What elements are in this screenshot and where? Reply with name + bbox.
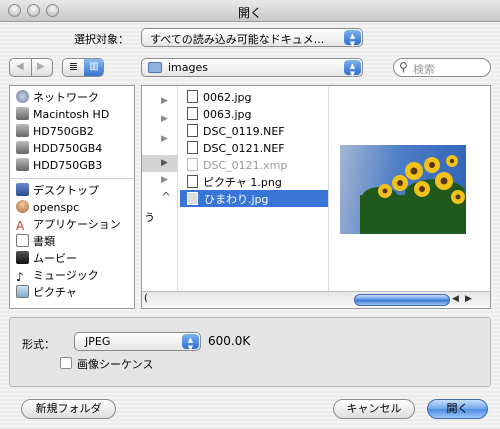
sidebar: ネットワーク Macintosh HD HD750GB2 HDD750GB4 H…	[9, 85, 135, 309]
sidebar-item-music[interactable]: ♪ ミュージック	[16, 267, 99, 284]
file-item[interactable]: 0062.jpg	[187, 89, 252, 106]
scrollbar-thumb[interactable]	[354, 294, 450, 306]
sidebar-item-documents[interactable]: 書類	[16, 233, 55, 250]
file-size: 600.0K	[208, 334, 251, 348]
window-title: 開く	[237, 6, 262, 20]
horizontal-scrollbar[interactable]: ( ◀ ▶	[142, 291, 490, 308]
location-popup[interactable]: images ▲ ▼	[141, 58, 363, 78]
file-item[interactable]: DSC_0121.NEF	[187, 140, 285, 157]
disclosure-arrow-icon: ▶	[161, 114, 168, 124]
history-buttons: ◀ ▶	[9, 58, 53, 77]
scroll-right-arrow-icon[interactable]: ▶	[465, 294, 472, 304]
disclosure-arrow-icon: ▶	[161, 134, 168, 144]
search-placeholder: 検索	[413, 63, 435, 76]
filter-label: 選択対象：	[74, 33, 129, 46]
file-icon	[187, 107, 198, 120]
filter-popup-value: すべての読み込み可能なドキュメ...	[150, 33, 325, 46]
image-sequence-checkbox[interactable]	[60, 357, 72, 369]
popup-arrows-icon: ▲ ▼	[344, 60, 361, 78]
sidebar-item-applications[interactable]: A アプリケーション	[16, 216, 121, 233]
sidebar-divider	[10, 178, 134, 179]
applications-icon: A	[16, 219, 25, 233]
preview-column	[330, 86, 490, 291]
open-button[interactable]: 開く	[427, 399, 488, 419]
music-icon: ♪	[16, 270, 24, 284]
location-popup-value: images	[168, 61, 208, 74]
view-mode-buttons: ≣ ▥	[62, 58, 104, 77]
sidebar-item-macintosh-hd[interactable]: Macintosh HD	[16, 106, 109, 123]
sidebar-item-desktop[interactable]: デスクトップ	[16, 182, 99, 199]
scroll-left-arrow-icon[interactable]: ◀	[452, 294, 459, 304]
search-icon: ⚲	[399, 60, 408, 74]
disclosure-arrow-icon: ▶	[161, 158, 168, 168]
search-field[interactable]: ⚲ 検索	[393, 58, 491, 77]
file-item[interactable]: 0063.jpg	[187, 106, 252, 123]
hard-drive-icon	[16, 124, 29, 137]
column-files: 0062.jpg 0063.jpg DSC_0119.NEF DSC_0121.…	[179, 86, 329, 291]
file-item-selected[interactable]: ひまわり.jpg	[180, 190, 328, 207]
format-popup-value: JPEG	[85, 335, 111, 348]
hard-drive-icon	[16, 158, 29, 171]
sidebar-item-movies[interactable]: ムービー	[16, 250, 77, 267]
scroll-up-arrow-icon[interactable]: ^	[161, 190, 171, 204]
file-icon	[187, 192, 198, 205]
sidebar-item-hdd750gb3[interactable]: HDD750GB3	[16, 157, 102, 174]
folder-icon	[148, 62, 162, 73]
hard-drive-icon	[16, 141, 29, 154]
file-icon	[187, 124, 198, 137]
home-icon	[16, 200, 29, 213]
title-bar: 開く	[0, 0, 500, 22]
sidebar-item-hd750gb2[interactable]: HD750GB2	[16, 123, 94, 140]
preview-image	[340, 145, 466, 234]
documents-icon	[16, 234, 29, 247]
cancel-button[interactable]: キャンセル	[333, 399, 415, 419]
disclosure-arrow-icon: ▶	[161, 175, 168, 185]
movies-icon	[16, 251, 29, 264]
sidebar-item-hdd750gb4[interactable]: HDD750GB4	[16, 140, 102, 157]
file-icon	[187, 175, 198, 188]
column-partial-label: う	[144, 211, 155, 224]
column-view-icon[interactable]: ▥	[84, 59, 103, 76]
sunflower-photo	[360, 155, 466, 234]
image-sequence-label: 画像シーケンス	[77, 358, 154, 371]
popup-arrows-icon: ▲ ▼	[344, 30, 361, 48]
format-label: 形式：	[22, 338, 55, 351]
list-view-icon[interactable]: ≣	[63, 59, 84, 76]
disclosure-arrow-icon: ▶	[161, 96, 168, 106]
file-item-disabled: DSC_0121.xmp	[187, 157, 287, 174]
file-icon	[187, 141, 198, 154]
file-item[interactable]: DSC_0119.NEF	[187, 123, 285, 140]
format-popup[interactable]: JPEG ▲ ▼	[74, 332, 201, 352]
column-browser: ▶ ▶ ▶ ▶ ▶ ^ う 0062.jpg 0063.jpg DSC_0119…	[141, 85, 491, 309]
format-panel: 形式： JPEG ▲ ▼ 600.0K 画像シーケンス	[9, 317, 491, 387]
new-folder-button[interactable]: 新規フォルダ	[21, 399, 116, 419]
back-icon[interactable]: ◀	[16, 61, 24, 72]
pictures-icon	[16, 285, 29, 298]
hard-drive-icon	[16, 107, 29, 120]
file-icon	[187, 90, 198, 103]
column-selected-row[interactable]: ▶	[142, 155, 177, 172]
network-icon	[16, 90, 29, 103]
scrollbar-left-cap-icon: (	[144, 293, 148, 304]
file-icon	[187, 158, 198, 171]
popup-arrows-icon: ▲ ▼	[182, 334, 199, 352]
desktop-icon	[16, 183, 29, 196]
filter-popup[interactable]: すべての読み込み可能なドキュメ... ▲ ▼	[141, 28, 363, 48]
file-item[interactable]: ピクチャ 1.png	[187, 174, 282, 191]
sidebar-item-pictures[interactable]: ピクチャ	[16, 284, 77, 301]
sidebar-item-network[interactable]: ネットワーク	[16, 89, 99, 106]
divider	[31, 59, 32, 76]
sidebar-item-openspc[interactable]: openspc	[16, 199, 79, 216]
column-parent: ▶ ▶ ▶ ▶ ▶ ^ う	[142, 86, 178, 291]
selected-file-label: ひまわり.jpg	[204, 193, 269, 206]
forward-icon[interactable]: ▶	[37, 61, 45, 72]
